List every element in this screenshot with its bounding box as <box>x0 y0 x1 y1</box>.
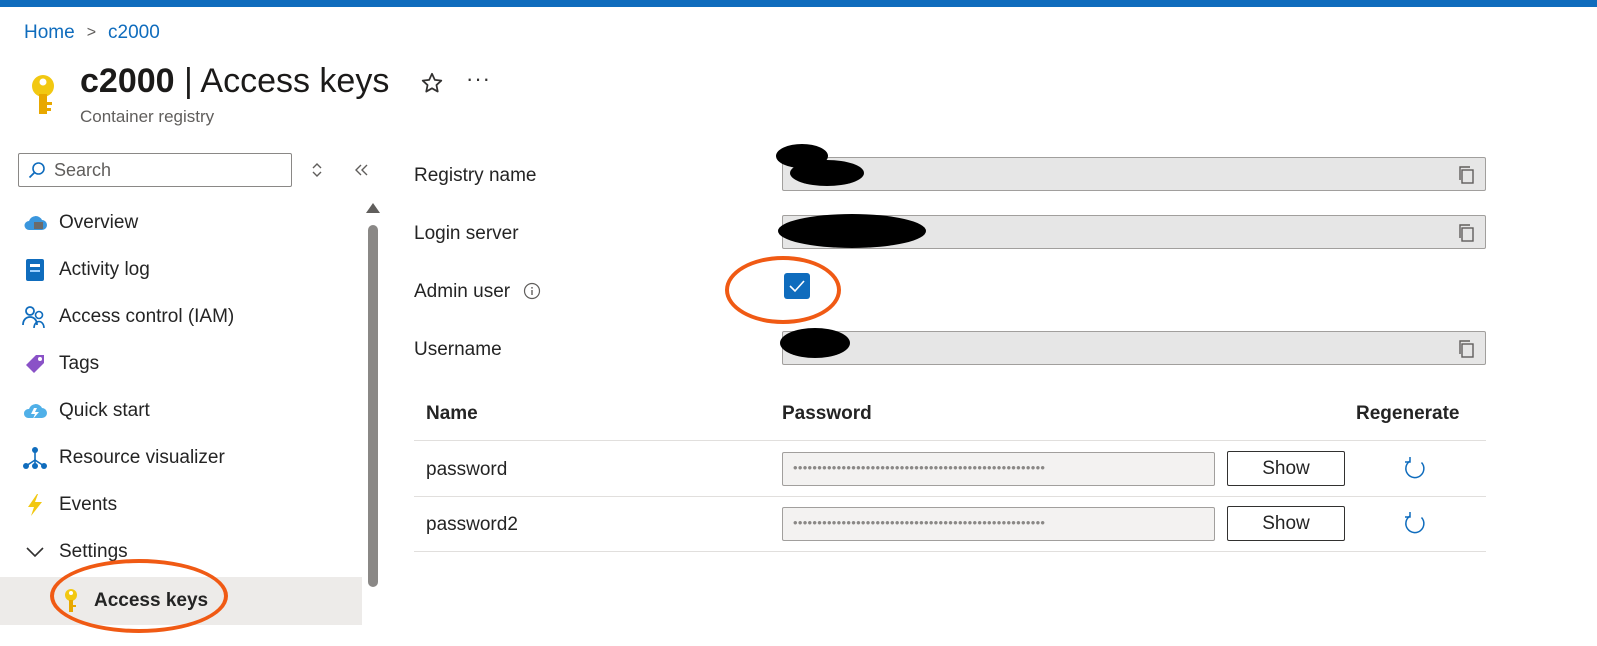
registry-name-label: Registry name <box>414 165 537 186</box>
sidebar-item-label: Settings <box>59 540 128 562</box>
sidebar-scrollbar[interactable] <box>366 203 380 633</box>
sidebar-item-label: Tags <box>59 352 100 374</box>
column-header-name: Name <box>426 403 478 424</box>
username-label: Username <box>414 339 502 360</box>
quick-start-cloud-icon <box>22 398 48 424</box>
sidebar-item-label: Access keys <box>94 590 209 611</box>
copy-icon[interactable] <box>1457 339 1475 359</box>
top-accent-bar <box>0 0 1597 7</box>
show-password-button[interactable]: Show <box>1227 451 1345 486</box>
more-options-icon[interactable]: ··· <box>466 66 491 92</box>
breadcrumb-resource-link[interactable]: c2000 <box>108 22 160 44</box>
table-divider <box>414 440 1486 441</box>
copy-icon[interactable] <box>1457 223 1475 243</box>
sidebar-item-activity-log[interactable]: Activity log <box>0 246 362 293</box>
tag-icon <box>22 351 48 377</box>
sidebar-item-quick-start[interactable]: Quick start <box>0 387 362 434</box>
sidebar-item-tags[interactable]: Tags <box>0 340 362 387</box>
lightning-icon <box>22 492 48 518</box>
show-password2-button[interactable]: Show <box>1227 506 1345 541</box>
page-title-name: c2000 <box>80 62 175 100</box>
regenerate-icon[interactable] <box>1402 511 1428 537</box>
sidebar-item-label: Overview <box>59 211 139 233</box>
column-header-regenerate: Regenerate <box>1356 403 1460 424</box>
redaction-mark <box>790 160 864 186</box>
regenerate-icon[interactable] <box>1402 456 1428 482</box>
breadcrumb-home-link[interactable]: Home <box>24 22 75 44</box>
column-header-password: Password <box>782 403 872 424</box>
username-field[interactable] <box>782 331 1486 365</box>
row-password-name: password <box>426 459 508 480</box>
annotation-circle-admin-checkbox <box>725 256 841 324</box>
scroll-up-arrow-icon[interactable] <box>366 203 380 213</box>
checkmark-icon <box>789 280 805 293</box>
admin-user-checkbox[interactable] <box>784 273 810 299</box>
page-title: c2000 | Access keys <box>80 62 389 101</box>
breadcrumb-separator: > <box>86 24 97 41</box>
sidebar-item-access-keys[interactable]: Access keys <box>0 577 362 625</box>
password2-masked-field[interactable]: ••••••••••••••••••••••••••••••••••••••••… <box>782 507 1215 541</box>
row-password2-name: password2 <box>426 514 518 535</box>
info-icon[interactable] <box>523 282 541 300</box>
page-title-section: | Access keys <box>174 62 390 100</box>
sidebar-search-box[interactable] <box>18 153 292 187</box>
masked-value: ••••••••••••••••••••••••••••••••••••••••… <box>793 460 1046 475</box>
sidebar-item-label: Access control (IAM) <box>59 305 235 327</box>
sidebar-item-label: Resource visualizer <box>59 446 225 468</box>
activity-log-icon <box>22 257 48 283</box>
collapse-sidebar-icon[interactable] <box>352 161 370 179</box>
scrollbar-thumb[interactable] <box>368 225 378 587</box>
redaction-mark <box>778 214 926 248</box>
redaction-mark <box>780 328 850 358</box>
search-icon <box>28 162 45 179</box>
star-icon[interactable] <box>419 70 445 96</box>
copy-icon[interactable] <box>1457 165 1475 185</box>
table-divider <box>414 496 1486 497</box>
sidebar-group-settings[interactable]: Settings <box>0 528 362 575</box>
sidebar-item-label: Events <box>59 493 118 515</box>
hierarchy-icon <box>22 445 48 471</box>
people-icon <box>22 304 48 330</box>
key-icon <box>32 75 54 114</box>
key-icon <box>58 588 84 614</box>
cloud-overview-icon <box>22 210 48 236</box>
admin-user-label: Admin user <box>414 281 511 302</box>
sidebar-item-access-control[interactable]: Access control (IAM) <box>0 293 362 340</box>
resource-type-subtitle: Container registry <box>80 107 215 126</box>
masked-value: ••••••••••••••••••••••••••••••••••••••••… <box>793 515 1046 530</box>
sidebar-item-resource-visualizer[interactable]: Resource visualizer <box>0 434 362 481</box>
sidebar-item-label: Quick start <box>59 399 150 421</box>
breadcrumb: Home > c2000 <box>24 22 160 44</box>
chevron-down-icon <box>22 539 48 565</box>
sidebar-item-overview[interactable]: Overview <box>0 199 362 246</box>
sidebar-search-input[interactable] <box>52 158 276 182</box>
password-masked-field[interactable]: ••••••••••••••••••••••••••••••••••••••••… <box>782 452 1215 486</box>
sort-updown-icon[interactable] <box>309 161 325 179</box>
login-server-label: Login server <box>414 223 519 244</box>
sidebar-item-events[interactable]: Events <box>0 481 362 528</box>
sidebar-item-label: Activity log <box>59 258 150 280</box>
sidebar-nav: Overview Activity log Access control (IA… <box>0 199 362 625</box>
registry-name-field[interactable] <box>782 157 1486 191</box>
table-divider <box>414 551 1486 552</box>
